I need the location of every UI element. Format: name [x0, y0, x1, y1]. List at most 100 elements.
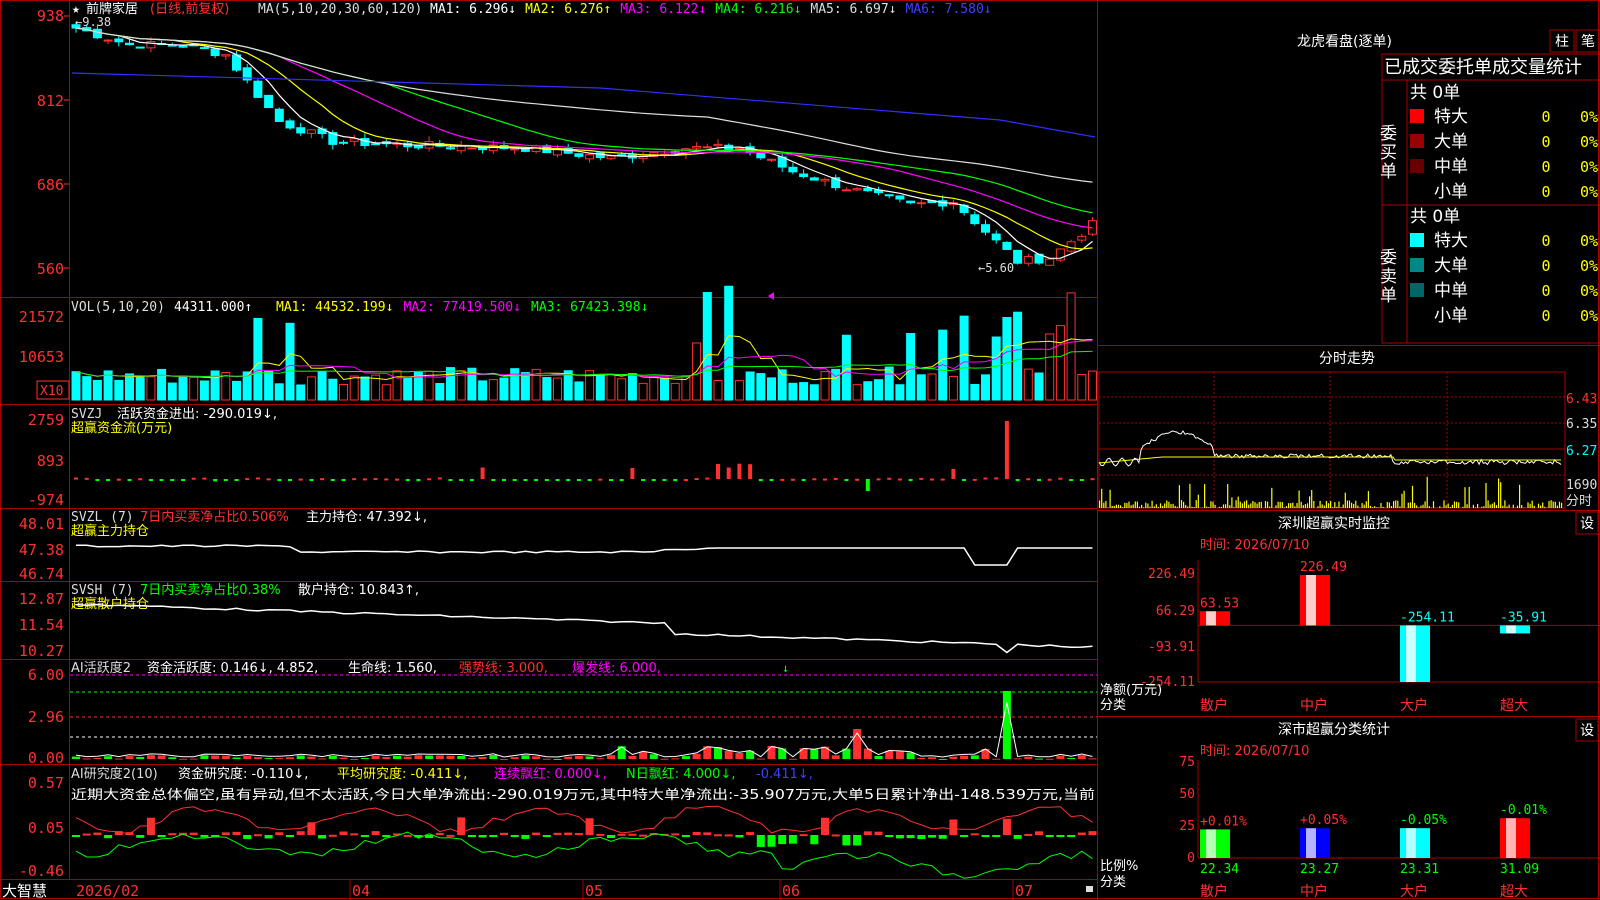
buy-row-count: 0	[1541, 158, 1550, 176]
monitor-bar-highlight	[1406, 625, 1416, 682]
svzj-bar	[801, 479, 806, 481]
intraday-volume-bar	[1546, 507, 1548, 508]
volume-bar	[767, 377, 776, 401]
ai-research-bar	[895, 835, 904, 839]
svzj-bar	[341, 479, 346, 481]
volume-bar	[285, 322, 295, 401]
ai-research-bar	[885, 835, 894, 837]
ai-active-panel[interactable]: AI活跃度2 资金活跃度: 0.146↓, 4.852, 生命线: 1.560,…	[28, 660, 1097, 767]
intraday-volume-bar	[1512, 504, 1514, 508]
candle-body	[456, 145, 466, 152]
volume-panel[interactable]: VOL(5,10,20) 44311.000↑ MA1: 44532.199↓ M…	[19, 285, 1097, 401]
svzj-bar	[1015, 479, 1020, 482]
candle-body	[852, 188, 862, 191]
svzj-bar	[95, 479, 100, 481]
ai-research-bar	[906, 835, 915, 839]
intraday-volume-bar	[1189, 483, 1191, 508]
ai-research-bar	[970, 833, 979, 836]
volume-bar	[253, 317, 263, 401]
ai-active-bar	[735, 753, 744, 759]
ai-active-bar	[596, 758, 605, 760]
ai-active-header: AI活跃度2	[71, 660, 131, 676]
ai-active-bar	[125, 756, 134, 759]
stats-panel[interactable]: 深市超赢分类统计 设 时间: 2026/07/10 75 50 25 0 比例%…	[1100, 718, 1600, 900]
volume-bar	[264, 370, 274, 401]
research-green-line	[75, 831, 1093, 879]
stats-axis: 75 50 25 0	[1179, 755, 1195, 866]
stats-category-label: 中户	[1300, 883, 1328, 900]
ai-research-bar	[1077, 832, 1086, 835]
svzj-bar	[876, 478, 881, 481]
intraday-volume-bar	[1342, 504, 1344, 508]
intraday-volume-bar	[1336, 506, 1338, 508]
sell-row-name: 大单	[1434, 256, 1468, 276]
ai-research-bar	[607, 835, 615, 839]
buy-row-color-swatch	[1410, 134, 1424, 148]
intraday-volume-bar	[1527, 502, 1529, 508]
candle-body	[820, 178, 830, 182]
svsh-header: SVSH (7)	[71, 583, 134, 598]
intraday-volume-bar	[1103, 502, 1105, 508]
intraday-volume-bar	[1372, 507, 1374, 508]
intraday-volume-bar	[1170, 504, 1172, 508]
volume-bar	[306, 376, 316, 401]
price-axis-label: 938	[37, 7, 64, 25]
candle-body	[210, 48, 220, 57]
monitor-category-label: 大户	[1400, 697, 1428, 714]
ai-research-bar	[1067, 835, 1076, 837]
intraday-volume-bar	[1323, 505, 1325, 508]
stats-bar-highlight	[1206, 829, 1216, 858]
ai-active-bar	[82, 758, 91, 760]
sell-orders-label: 委卖单	[1376, 248, 1397, 305]
ai-research-bar	[318, 835, 327, 839]
candle-body	[135, 46, 145, 49]
candle-body	[125, 42, 134, 46]
intraday-volume-bar	[1176, 506, 1178, 508]
svzj-bar	[544, 479, 549, 481]
stats-category-label: 大户	[1400, 883, 1428, 900]
ai-active-bar	[1056, 755, 1065, 759]
ai-active-bar	[403, 756, 412, 759]
ai-research-bar	[467, 835, 476, 837]
intraday-volume-bar	[1447, 503, 1449, 508]
intraday-volume-bar	[1288, 503, 1290, 508]
volume-bar	[446, 367, 455, 401]
stats-category-label: 超大	[1500, 884, 1528, 900]
dragon-tiger-panel[interactable]: 龙虎看盘(逐单) 柱 笔 已成交委托单成交量统计 委买单 委卖单 共 0单 共 …	[1297, 29, 1600, 344]
svzj-bar	[887, 477, 892, 480]
volume-bar	[339, 383, 348, 401]
intraday-volume-bar	[1550, 500, 1552, 508]
ai-research-panel[interactable]: AI研究度2(10) 资金研究度: -0.110↓, 平均研究度: -0.411…	[19, 766, 1097, 880]
ai-active-bar	[628, 755, 637, 759]
svsh-axis: 12.87 11.54 10.27	[19, 590, 64, 660]
svzl-panel[interactable]: SVZL (7) 7日内买卖净占比0.506% 主力持仓: 47.392↓, 超…	[19, 509, 1093, 583]
intraday-volume-bar	[1243, 501, 1246, 508]
intraday-volume-bar	[1208, 507, 1210, 508]
ai-research-bar	[681, 835, 690, 837]
volume-bar	[713, 380, 723, 401]
ai-active-bar	[489, 755, 498, 759]
svzj-panel[interactable]: SVZJ 活跃资金进出: -290.019↓, 超赢资金流(万元) 2759 8…	[28, 406, 1095, 509]
intraday-volume-bar	[1449, 507, 1451, 508]
intraday-volume-bar	[1472, 504, 1474, 508]
monitor-panel[interactable]: 深圳超赢实时监控 设 时间: 2026/07/10 226.49 66.29 -…	[1100, 511, 1600, 714]
candle-body	[884, 194, 894, 197]
stats-axis-label: 50	[1179, 787, 1195, 802]
intraday-volume-bar	[1155, 504, 1157, 508]
intraday-volume-bar	[1325, 500, 1327, 508]
intraday-volume-bar	[1195, 500, 1197, 508]
sell-rows: 特大 0 0% 大单 0 0% 中单 0 0% 小单 0 0%	[1410, 231, 1598, 326]
price-panel[interactable]: 938 812 686 560 ★ 前牌家居 (日线,前复权) MA(5,10,…	[37, 1, 1097, 300]
svsh-panel[interactable]: SVSH (7) 7日内买卖净占比0.38% 散户持仓: 10.843↑, 超赢…	[19, 582, 1093, 660]
intraday-panel[interactable]: 分时走势 6.43 6.35 6.27 1690 分时	[1098, 351, 1597, 509]
intraday-volume-bar	[1491, 503, 1493, 508]
svzl-ratio: 7日内买卖净占比0.506%	[140, 509, 289, 525]
intraday-volume-bar	[1313, 501, 1315, 508]
volume-bar	[349, 375, 359, 401]
ai-research-bar	[628, 833, 637, 836]
ai-research-bar	[542, 835, 551, 838]
intraday-volume-bar	[1540, 505, 1542, 508]
intraday-volume-bar	[1516, 505, 1519, 508]
ai-active-bar	[232, 757, 241, 759]
intraday-volume-bar	[1269, 506, 1271, 508]
